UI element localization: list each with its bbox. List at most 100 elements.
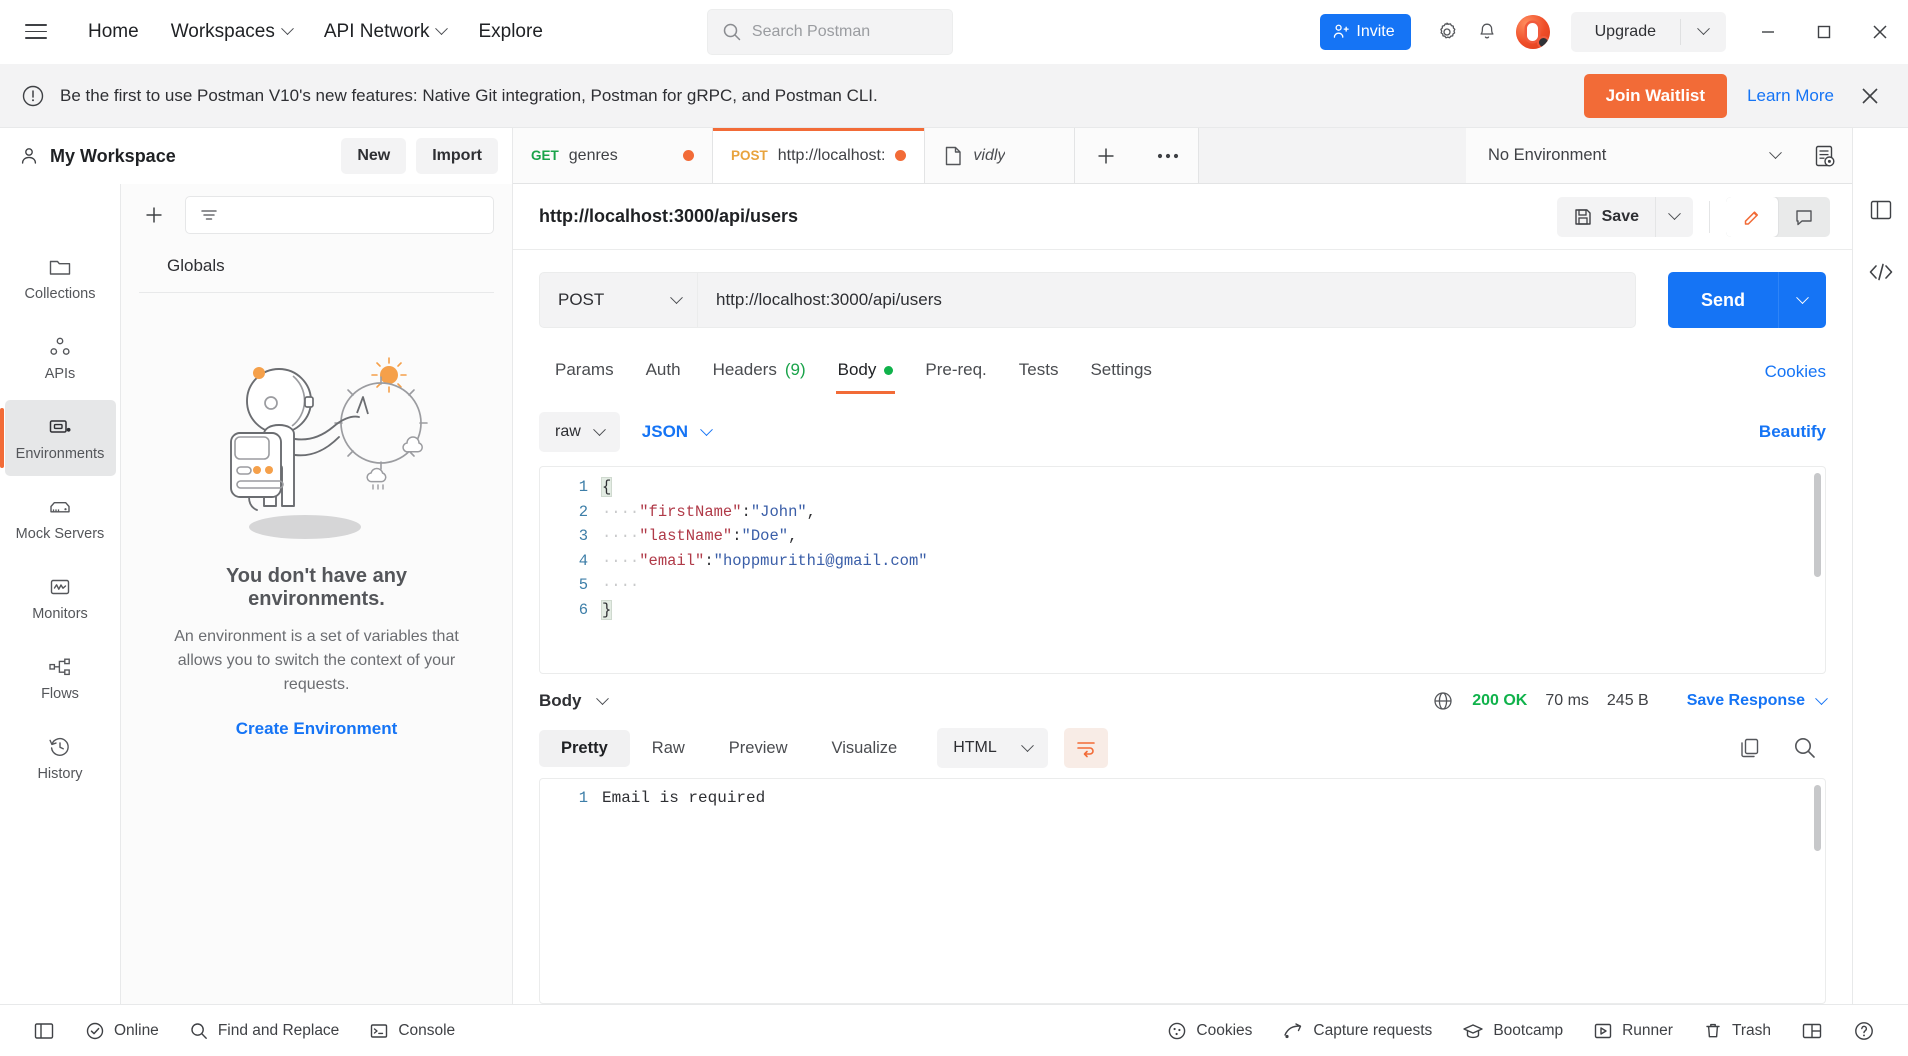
tab-settings[interactable]: Settings	[1074, 350, 1167, 394]
tab-headers[interactable]: Headers (9)	[697, 350, 822, 394]
response-scrollbar[interactable]	[1814, 785, 1821, 851]
response-line-numbers: 1	[540, 779, 602, 1003]
tab-options-more-icon[interactable]	[1137, 128, 1200, 183]
nav-item-workspaces[interactable]: Workspaces	[155, 15, 308, 49]
search-response-icon[interactable]	[1792, 735, 1818, 761]
left-panel-body: Collections APIs Environments Mock Serve…	[0, 184, 512, 1004]
body-format-select[interactable]: JSON	[642, 422, 713, 442]
new-tab-plus-icon[interactable]	[1075, 128, 1138, 183]
sidebar-item-collections[interactable]: Collections	[5, 240, 116, 316]
nav-item-explore[interactable]: Explore	[462, 15, 558, 49]
close-banner-icon[interactable]	[1854, 84, 1886, 108]
settings-gear-button[interactable]	[1427, 12, 1467, 52]
request-tab-genres[interactable]: GET genres	[513, 128, 713, 183]
user-avatar-button[interactable]	[1511, 10, 1555, 54]
capture-requests-button[interactable]: Capture requests	[1267, 1021, 1447, 1041]
tab-pre-request[interactable]: Pre-req.	[909, 350, 1002, 394]
status-label: Online	[114, 1021, 159, 1039]
tab-tests[interactable]: Tests	[1003, 350, 1075, 394]
learn-more-link[interactable]: Learn More	[1747, 86, 1834, 106]
sidebar-item-history[interactable]: History	[5, 720, 116, 796]
workspace-title: My Workspace	[50, 145, 176, 166]
save-response-button[interactable]: Save Response	[1687, 691, 1828, 710]
nav-item-api-network[interactable]: API Network	[308, 15, 463, 49]
runner-icon	[1593, 1021, 1613, 1041]
upgrade-button[interactable]: Upgrade	[1571, 12, 1680, 52]
edit-mode-button[interactable]	[1726, 196, 1778, 237]
beautify-button[interactable]: Beautify	[1759, 422, 1826, 442]
save-button[interactable]: Save	[1557, 197, 1655, 237]
bootcamp-button[interactable]: Bootcamp	[1447, 1021, 1578, 1041]
new-button[interactable]: New	[341, 138, 407, 174]
close-window-button[interactable]	[1852, 0, 1908, 64]
invite-button[interactable]: Invite	[1320, 13, 1411, 50]
tab-body[interactable]: Body	[822, 350, 910, 394]
send-button[interactable]: Send	[1668, 272, 1778, 328]
find-and-replace-button[interactable]: Find and Replace	[174, 1021, 355, 1041]
trash-button[interactable]: Trash	[1688, 1021, 1786, 1041]
response-body-view[interactable]: 1 Email is required	[539, 778, 1826, 1004]
create-environment-plus-icon[interactable]	[137, 198, 171, 232]
sidebar-item-apis[interactable]: APIs	[5, 320, 116, 396]
save-dropdown-button[interactable]	[1655, 196, 1693, 237]
response-tab-raw[interactable]: Raw	[630, 730, 707, 767]
console-button[interactable]: Console	[354, 1021, 470, 1041]
wrap-lines-button[interactable]	[1063, 728, 1108, 768]
sidebar-item-mock-servers[interactable]: Mock Servers	[5, 480, 116, 556]
view-toggle-group	[1726, 196, 1830, 237]
body-mode-select[interactable]: raw	[539, 412, 620, 452]
tab-name-label: http://localhost:	[777, 146, 886, 164]
editor-content[interactable]: { ····"firstName":"John", ····"lastName"…	[600, 467, 1825, 673]
status-bar: Online Find and Replace Console Cookies	[0, 1004, 1908, 1056]
environment-quick-look-button[interactable]	[1796, 128, 1852, 183]
bell-icon	[1476, 21, 1498, 43]
maximize-button[interactable]	[1796, 0, 1852, 64]
request-body-editor[interactable]: 1 2 3 4 5 6 { ····"firstName":"John", ··…	[539, 466, 1826, 674]
send-dropdown-button[interactable]	[1778, 272, 1826, 328]
document-tab-vidly[interactable]: vidly	[925, 128, 1076, 183]
tab-auth[interactable]: Auth	[630, 350, 697, 394]
invite-label: Invite	[1356, 22, 1395, 40]
globals-item[interactable]: Globals	[121, 246, 512, 292]
http-method-select[interactable]: POST	[539, 272, 697, 328]
chevron-down-icon	[1020, 738, 1034, 752]
environment-filter-input[interactable]	[185, 196, 494, 234]
comment-mode-button[interactable]	[1778, 197, 1830, 237]
runner-button[interactable]: Runner	[1578, 1021, 1688, 1041]
cookies-button[interactable]: Cookies	[1152, 1021, 1267, 1041]
sidebar-item-environments[interactable]: Environments	[0, 400, 116, 476]
tab-params[interactable]: Params	[539, 350, 630, 394]
environment-selector[interactable]: No Environment	[1466, 128, 1796, 183]
sidebar-item-flows[interactable]: Flows	[5, 640, 116, 716]
response-tab-pretty[interactable]: Pretty	[539, 729, 630, 767]
response-format-select[interactable]: HTML	[937, 728, 1048, 768]
sidebar-toggle-button[interactable]	[18, 1020, 70, 1042]
import-button[interactable]: Import	[416, 138, 498, 174]
search-input[interactable]	[751, 22, 938, 41]
response-content: Email is required	[602, 789, 766, 807]
cookies-link[interactable]: Cookies	[1765, 362, 1826, 382]
editor-scrollbar[interactable]	[1814, 473, 1821, 577]
url-input[interactable]: http://localhost:3000/api/users	[697, 272, 1636, 328]
help-button[interactable]	[1838, 1020, 1890, 1042]
sidebar-item-monitors[interactable]: Monitors	[5, 560, 116, 636]
layout-toggle-button[interactable]	[1786, 1021, 1838, 1041]
request-tab-post-localhost[interactable]: POST http://localhost:	[713, 128, 926, 183]
right-rail	[1852, 128, 1908, 1004]
documentation-panel-icon[interactable]	[1861, 190, 1901, 230]
create-environment-link[interactable]: Create Environment	[236, 719, 398, 739]
response-body-selector[interactable]: Body	[539, 691, 609, 711]
online-status[interactable]: Online	[70, 1021, 174, 1041]
minimize-button[interactable]	[1740, 0, 1796, 64]
join-waitlist-button[interactable]: Join Waitlist	[1583, 73, 1728, 118]
search-bar[interactable]	[706, 8, 953, 55]
upgrade-dropdown-button[interactable]	[1681, 12, 1726, 52]
response-tab-preview[interactable]: Preview	[707, 730, 810, 767]
code-snippet-icon[interactable]	[1861, 252, 1901, 292]
response-tab-visualize[interactable]: Visualize	[809, 730, 919, 767]
notifications-button[interactable]	[1467, 12, 1507, 52]
trash-icon	[1703, 1021, 1723, 1041]
hamburger-menu-icon[interactable]	[14, 10, 58, 54]
copy-icon[interactable]	[1738, 736, 1762, 760]
nav-item-home[interactable]: Home	[72, 15, 155, 49]
